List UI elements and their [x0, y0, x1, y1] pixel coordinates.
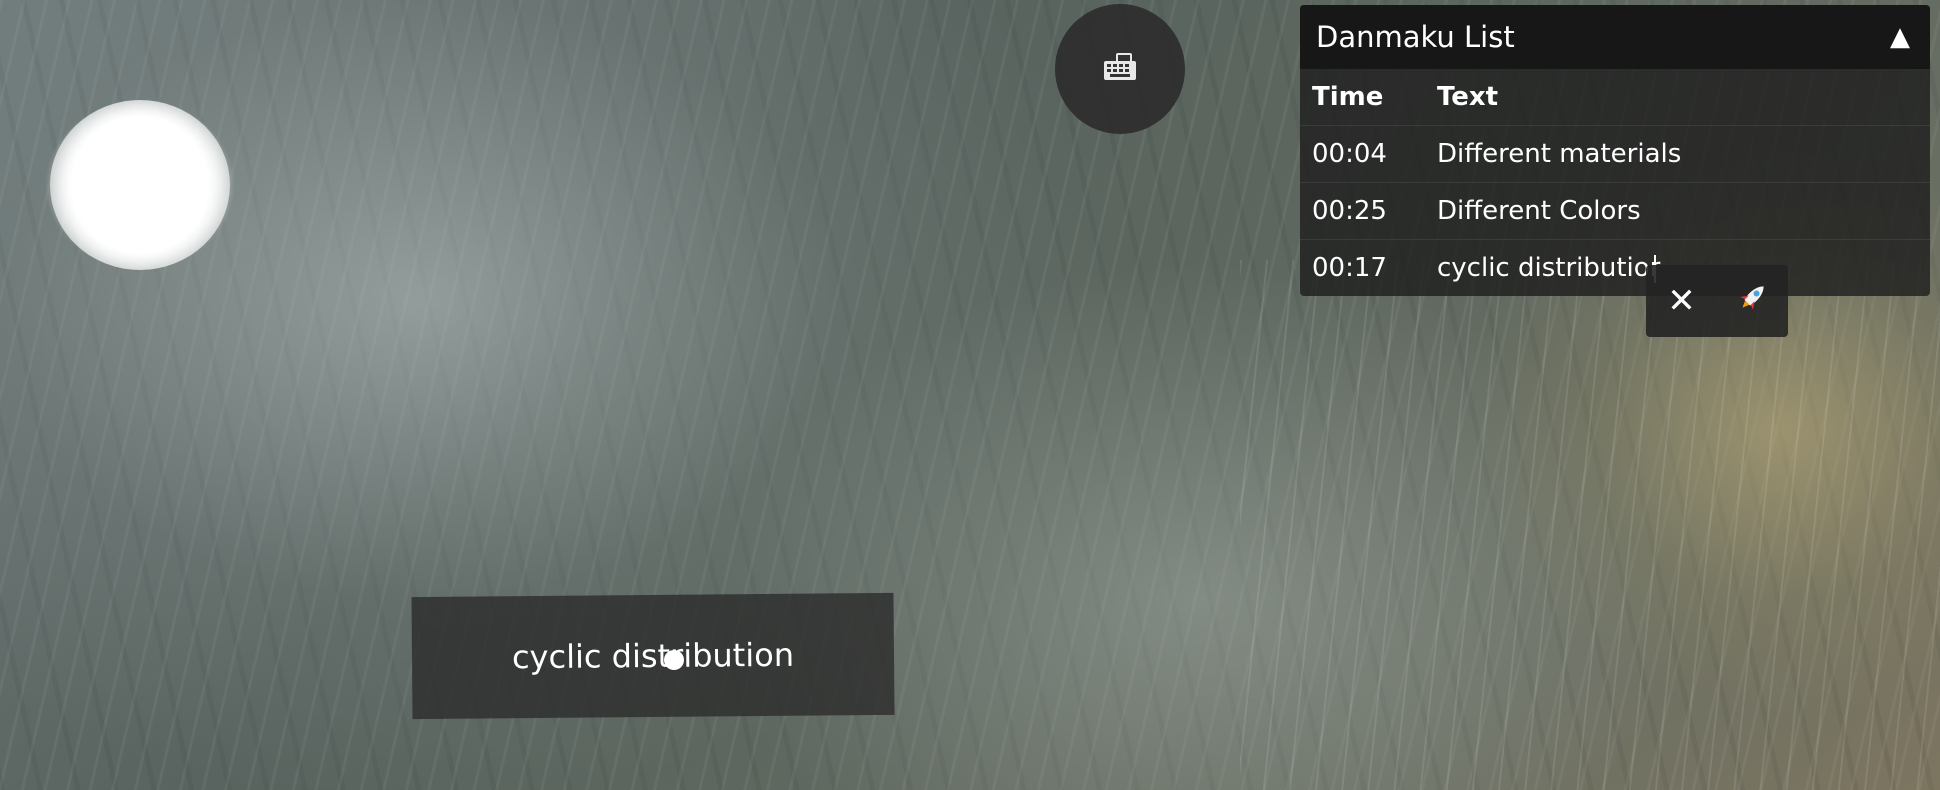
table-row[interactable]: 00:25 Different Colors	[1300, 182, 1930, 240]
send-danmaku-button[interactable]	[1725, 279, 1781, 324]
keyboard-toggle-button[interactable]	[1055, 4, 1185, 134]
background-water-streaks	[1240, 260, 1940, 790]
edit-actions-toolbar: ✕	[1646, 265, 1788, 337]
column-header-time: Time	[1300, 69, 1437, 126]
row-time: 00:17	[1300, 239, 1437, 296]
row-text: Different materials	[1437, 125, 1930, 183]
background-sun-glare	[50, 100, 230, 270]
floating-danmaku-text: cyclic distribution	[511, 635, 795, 677]
table-header-row: Time Text	[1300, 69, 1930, 126]
column-header-text: Text	[1437, 69, 1930, 126]
row-text: cyclic distributior	[1437, 253, 1661, 283]
panel-header: Danmaku List ▲	[1300, 5, 1930, 69]
row-time: 00:25	[1300, 182, 1437, 240]
pointer-cursor	[664, 650, 684, 670]
row-time: 00:04	[1300, 125, 1437, 183]
keyboard-icon	[1103, 52, 1137, 86]
floating-danmaku[interactable]: cyclic distribution	[411, 592, 895, 720]
panel-title: Danmaku List	[1316, 20, 1515, 54]
row-text: Different Colors	[1437, 182, 1930, 240]
table-row[interactable]: 00:04 Different materials	[1300, 125, 1930, 183]
cancel-edit-button[interactable]: ✕	[1654, 281, 1710, 321]
danmaku-table: Time Text 00:04 Different materials 00:2…	[1300, 69, 1930, 296]
video-viewport[interactable]: Danmaku List ▲ Time Text 00:04 Different…	[0, 0, 1940, 790]
rocket-icon	[1735, 284, 1771, 324]
table-row-editing[interactable]: 00:17 cyclic distributior	[1300, 239, 1930, 296]
danmaku-list-panel: Danmaku List ▲ Time Text 00:04 Different…	[1300, 5, 1930, 296]
collapse-icon[interactable]: ▲	[1886, 22, 1914, 52]
